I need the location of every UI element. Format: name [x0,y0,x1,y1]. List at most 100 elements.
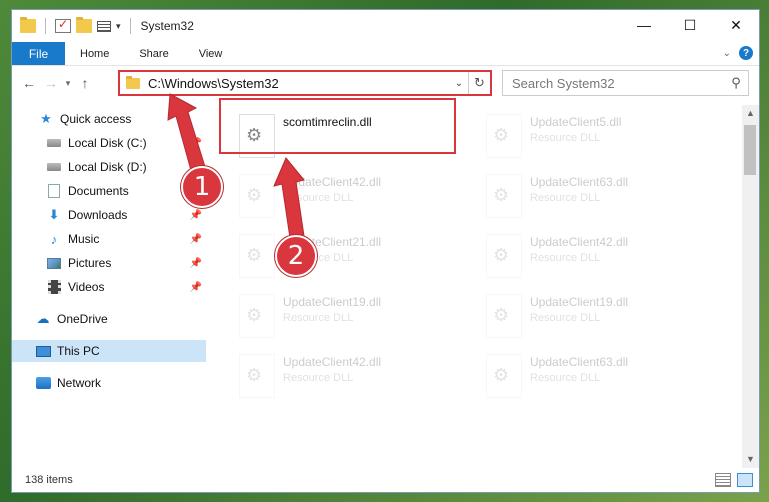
sidebar-item-label: OneDrive [57,312,108,326]
videos-icon [46,280,62,294]
dll-file-icon [486,294,522,338]
sidebar-item-this-pc[interactable]: This PC [12,340,206,362]
maximize-button[interactable]: ☐ [667,10,713,40]
sidebar-item-network[interactable]: Network [12,372,206,394]
drive-icon [46,160,62,174]
step-2-badge: 2 [275,235,317,277]
view-list-icon[interactable] [97,20,111,32]
tab-home[interactable]: Home [65,42,124,65]
search-box[interactable]: Search System32 ⚲ [502,70,749,96]
file-highlight-box [219,98,456,154]
sidebar-item-quick-access[interactable]: ★ Quick access [12,108,206,130]
back-arrow-icon[interactable]: ← [18,71,40,95]
vertical-scrollbar[interactable]: ▲ ▼ [742,105,759,468]
refresh-icon[interactable]: ↻ [468,72,490,94]
customize-toolbar-caret-icon[interactable]: ▾ [116,21,121,32]
minimize-button[interactable]: — [621,10,667,40]
sidebar-item-downloads[interactable]: ⬇ Downloads 📌 [12,204,206,226]
scroll-up-icon[interactable]: ▲ [742,105,759,122]
file-item[interactable]: UpdateClient42.dll Resource DLL [231,168,463,224]
sidebar-item-videos[interactable]: Videos 📌 [12,276,206,298]
status-bar: 138 items [12,468,759,492]
file-name: UpdateClient19.dll [530,295,629,309]
file-name: UpdateClient63.dll [530,175,629,189]
sidebar-item-label: Downloads [68,208,128,222]
file-name: UpdateClient42.dll [283,175,382,189]
tiles-view-icon[interactable] [737,473,753,487]
file-item[interactable]: UpdateClient5.dll Resource DLL [478,108,710,164]
sidebar-item-documents[interactable]: Documents 📌 [12,180,206,202]
file-type: Resource DLL [283,372,354,384]
view-mode-buttons [715,473,753,487]
file-item[interactable]: UpdateClient42.dll Resource DLL [478,228,710,284]
window-controls: — ☐ ✕ [621,10,759,40]
dll-file-icon [486,354,522,398]
search-input[interactable]: Search System32 [512,76,724,91]
navigation-bar: ← → ▾ ↑ C:\Windows\System32 ⌄ ↻ Search S… [12,67,759,99]
file-item[interactable]: UpdateClient63.dll Resource DLL [478,348,710,404]
folder-icon [126,75,140,89]
scrollbar-thumb[interactable] [744,125,756,175]
new-folder-icon[interactable] [76,17,92,33]
dll-file-icon [486,234,522,278]
pin-icon: 📌 [189,209,202,221]
address-dropdown-icon[interactable]: ⌄ [450,78,468,89]
drive-icon [46,136,62,150]
file-name: UpdateClient19.dll [283,295,382,309]
item-count: 138 items [25,474,73,486]
documents-icon [46,184,62,198]
dll-file-icon [486,174,522,218]
ribbon-tabs: File Home Share View ⌄ ? [12,42,759,66]
toolbar-divider [129,18,131,34]
download-icon: ⬇ [48,207,60,222]
file-name: UpdateClient42.dll [530,235,629,249]
scroll-down-icon[interactable]: ▼ [742,451,759,468]
window-title: System32 [140,19,194,33]
up-arrow-icon[interactable]: ↑ [74,71,96,95]
sidebar-item-onedrive[interactable]: ☁ OneDrive [12,308,206,330]
sidebar-item-label: Pictures [68,256,112,270]
sidebar-item-label: This PC [57,344,100,358]
dll-file-icon [239,234,275,278]
title-bar: ▾ System32 — ☐ ✕ [12,10,759,42]
file-list: scomtimreclin.dll UpdateClient5.dll Reso… [216,105,741,468]
recent-locations-caret-icon[interactable]: ▾ [62,78,74,89]
file-item[interactable]: UpdateClient42.dll Resource DLL [231,348,463,404]
address-path[interactable]: C:\Windows\System32 [148,76,450,91]
pin-icon: 📌 [189,281,202,293]
sidebar-item-local-disk-c[interactable]: Local Disk (C:) 📌 [12,132,206,154]
close-button[interactable]: ✕ [713,10,759,40]
dll-file-icon [486,114,522,158]
sidebar-item-label: Videos [68,280,105,294]
file-item[interactable]: UpdateClient21.dll Resource DLL [231,228,463,284]
address-bar[interactable]: C:\Windows\System32 ⌄ ↻ [118,70,492,96]
dll-file-icon [239,294,275,338]
folder-icon [20,17,36,33]
search-icon[interactable]: ⚲ [724,75,748,91]
file-explorer-window: ▾ System32 — ☐ ✕ File Home Share View ⌄ … [11,9,760,493]
sidebar-item-label: Music [68,232,100,246]
file-type: Resource DLL [530,372,601,384]
sidebar-item-music[interactable]: ♪ Music 📌 [12,228,206,250]
tab-share[interactable]: Share [124,42,183,65]
sidebar-item-label: Local Disk (D:) [68,160,147,174]
file-item[interactable]: UpdateClient19.dll Resource DLL [231,288,463,344]
file-type: Resource DLL [283,192,354,204]
properties-icon[interactable] [55,17,71,33]
computer-icon [35,344,51,358]
file-name: UpdateClient63.dll [530,355,629,369]
sidebar-item-local-disk-d[interactable]: Local Disk (D:) [12,156,206,178]
tab-view[interactable]: View [184,42,238,65]
file-item[interactable]: UpdateClient19.dll Resource DLL [478,288,710,344]
sidebar-item-label: Local Disk (C:) [68,136,147,150]
details-view-icon[interactable] [715,473,731,487]
quick-access-toolbar: ▾ [12,17,135,34]
sidebar-item-pictures[interactable]: Pictures 📌 [12,252,206,274]
forward-arrow-icon[interactable]: → [40,71,62,95]
help-icon[interactable]: ? [739,46,753,60]
expand-ribbon-chevron-icon[interactable]: ⌄ [723,48,731,59]
file-type: Resource DLL [530,132,601,144]
file-item[interactable]: UpdateClient63.dll Resource DLL [478,168,710,224]
pictures-icon [46,256,62,270]
tab-file[interactable]: File [12,42,65,65]
